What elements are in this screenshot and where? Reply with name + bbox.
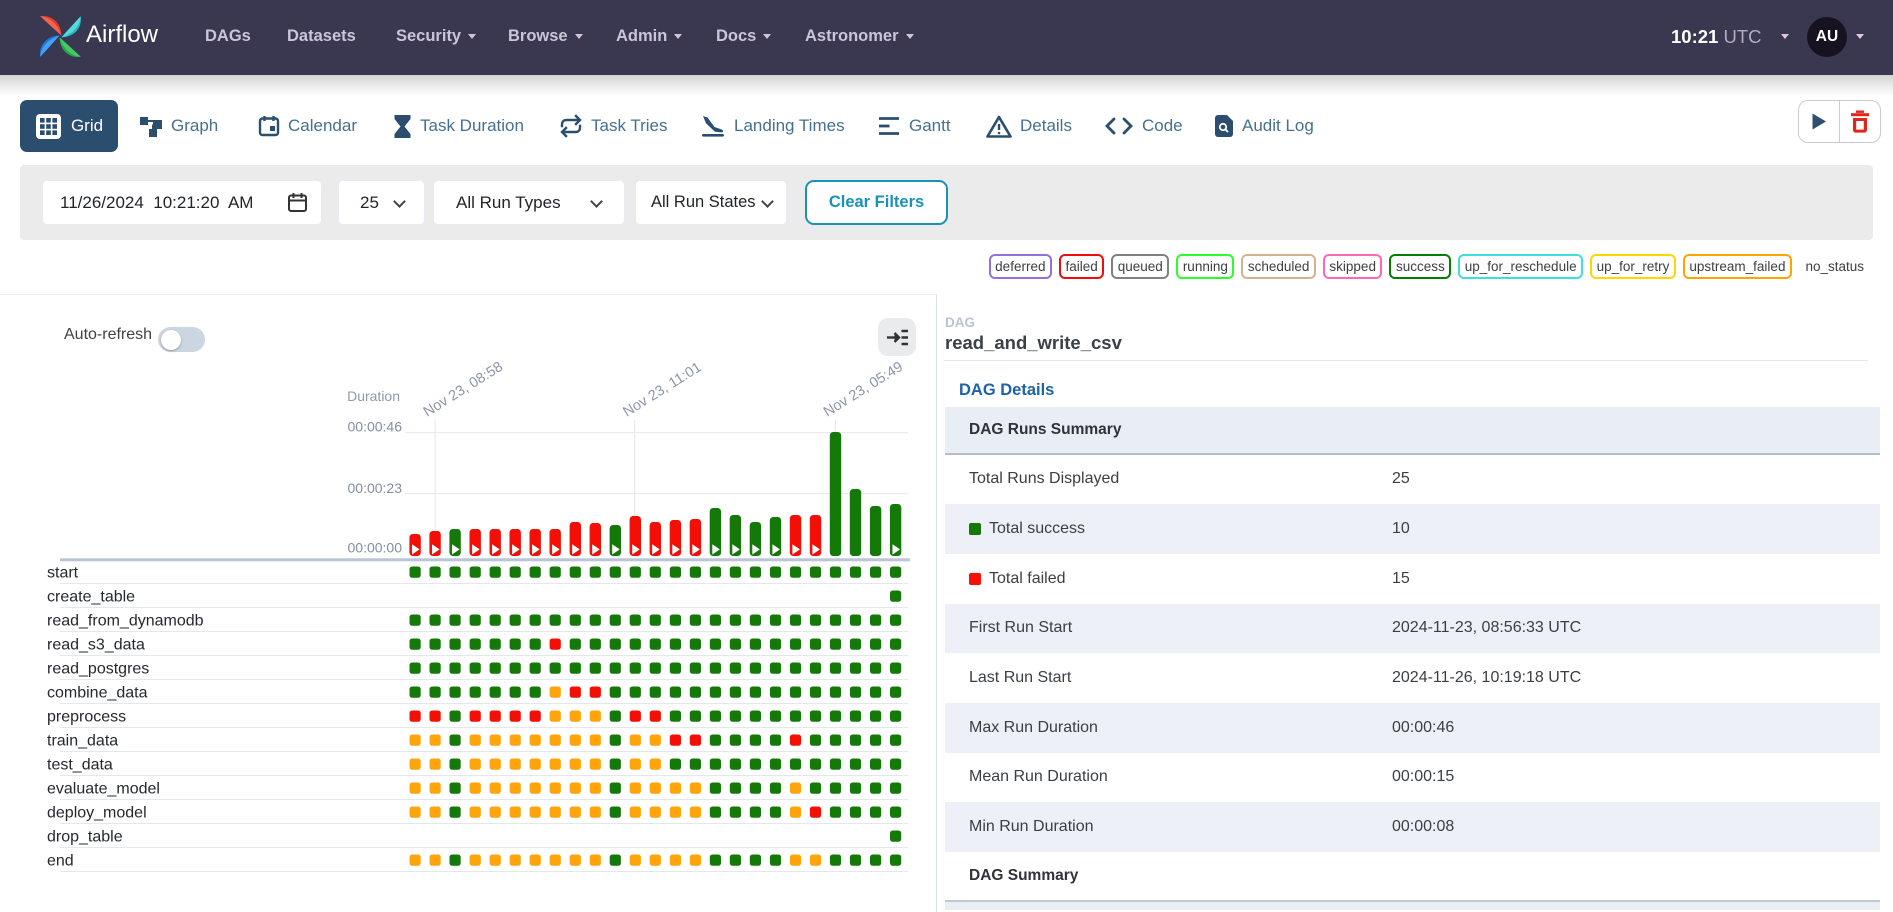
- svg-text:test_data: test_data: [47, 757, 113, 774]
- svg-text:Duration: Duration: [347, 388, 400, 404]
- svg-text:Nov 23, 11:01: Nov 23, 11:01: [620, 360, 704, 421]
- svg-text:create_table: create_table: [47, 589, 135, 606]
- svg-text:Nov 23, 05:49: Nov 23, 05:49: [821, 359, 906, 420]
- svg-text:start: start: [47, 565, 79, 582]
- svg-text:drop_table: drop_table: [47, 829, 123, 846]
- svg-text:00:00:23: 00:00:23: [348, 480, 403, 496]
- svg-text:Nov 23, 08:58: Nov 23, 08:58: [421, 359, 506, 420]
- svg-text:00:00:46: 00:00:46: [348, 419, 403, 435]
- svg-text:end: end: [47, 853, 74, 870]
- svg-text:read_postgres: read_postgres: [47, 661, 149, 678]
- svg-text:00:00:00: 00:00:00: [348, 540, 403, 556]
- svg-text:combine_data: combine_data: [47, 685, 148, 702]
- svg-text:deploy_model: deploy_model: [47, 805, 147, 822]
- svg-text:read_from_dynamodb: read_from_dynamodb: [47, 613, 204, 630]
- svg-text:evaluate_model: evaluate_model: [47, 781, 160, 798]
- svg-text:read_s3_data: read_s3_data: [47, 637, 145, 654]
- svg-text:preprocess: preprocess: [47, 709, 126, 726]
- svg-text:train_data: train_data: [47, 733, 118, 750]
